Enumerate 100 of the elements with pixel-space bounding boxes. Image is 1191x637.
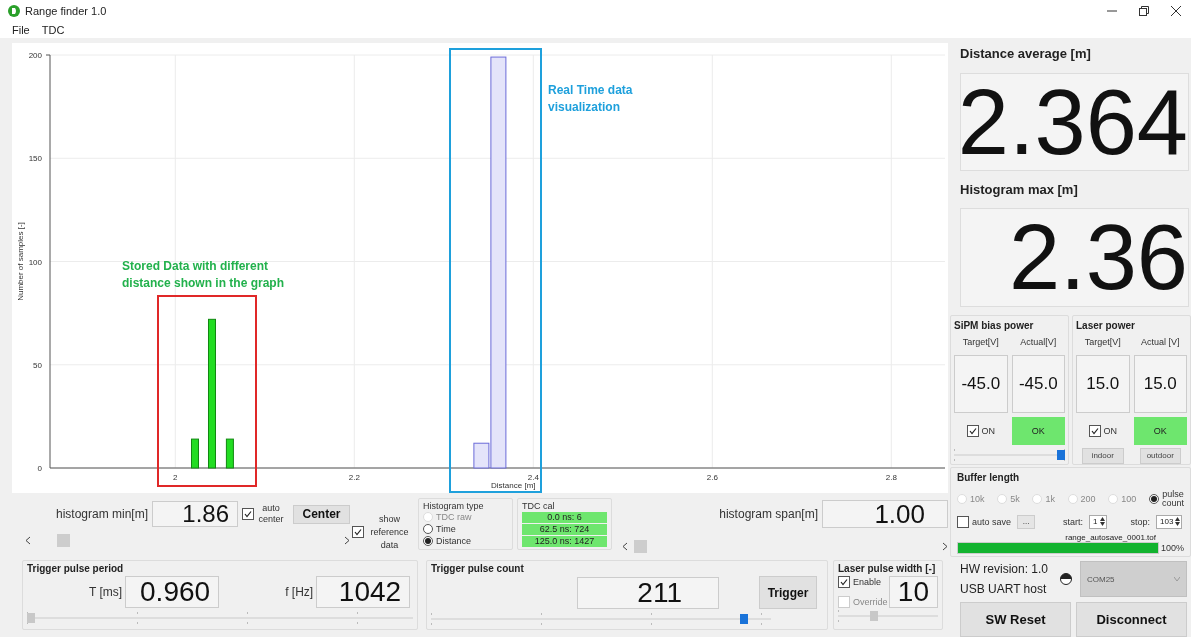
tick-label: 2 bbox=[173, 473, 178, 482]
center-button[interactable]: Center bbox=[293, 504, 350, 524]
status-indicator: OK bbox=[1133, 416, 1187, 445]
lcd-display: 15.0 bbox=[1133, 354, 1187, 413]
dropdown-value: COM25 bbox=[1087, 574, 1115, 584]
tick-label: 2.8 bbox=[885, 473, 897, 482]
trigger-button[interactable]: Trigger bbox=[759, 576, 817, 609]
scrollbar-thumb[interactable] bbox=[634, 540, 647, 553]
group-title: SiPM bias power bbox=[954, 319, 1035, 331]
half-circle-icon bbox=[1060, 573, 1072, 586]
radio-label: 5k bbox=[1010, 493, 1020, 504]
tick-label: 150 bbox=[28, 154, 42, 164]
slider-thumb[interactable] bbox=[870, 611, 879, 621]
browse-button[interactable]: ... bbox=[1017, 514, 1036, 529]
checkbox[interactable] bbox=[957, 515, 969, 528]
lcd-display: 2.36 bbox=[960, 208, 1189, 307]
tick-label: 50 bbox=[33, 360, 42, 370]
calibration-entry: 62.5 ns: 724 bbox=[522, 524, 607, 535]
file-name: range_autosave_0001.tof bbox=[1064, 532, 1156, 542]
column-label: Target[V] bbox=[961, 336, 1000, 349]
lcd-display: 2.364 bbox=[960, 72, 1189, 172]
lcd-display: 15.0 bbox=[1076, 354, 1130, 413]
field-label: stop: bbox=[1130, 516, 1150, 527]
checkbox[interactable] bbox=[1088, 424, 1101, 437]
checkbox-label: ON bbox=[981, 425, 995, 436]
chevron-right-icon[interactable] bbox=[344, 536, 350, 545]
slider-thumb[interactable] bbox=[739, 614, 748, 624]
slider-thumb[interactable] bbox=[27, 613, 35, 623]
close-icon[interactable] bbox=[1171, 6, 1181, 16]
checkbox[interactable] bbox=[838, 576, 850, 588]
checkbox-label: Override bbox=[853, 597, 888, 607]
checkbox[interactable] bbox=[242, 508, 254, 520]
field-label: histogram span[m] bbox=[719, 507, 818, 521]
callout-text: Stored Data with different distance shown in the graph bbox=[122, 258, 286, 292]
column-label: Target[V] bbox=[1083, 336, 1122, 349]
group-title: Trigger pulse period bbox=[27, 563, 125, 574]
radio-label: Time bbox=[436, 524, 456, 534]
group-title: Laser power bbox=[1076, 319, 1136, 331]
app-icon bbox=[8, 5, 20, 17]
spin-value: 1 bbox=[1093, 517, 1098, 527]
spin-box[interactable]: 1 bbox=[1089, 514, 1107, 529]
tick-label: 2.2 bbox=[348, 473, 360, 482]
radio-label: pulse count bbox=[1161, 489, 1184, 508]
radio-button[interactable] bbox=[423, 524, 433, 534]
checkbox-label: Enable bbox=[853, 577, 882, 587]
radio-label: 1k bbox=[1045, 493, 1055, 504]
lcd-display: -45.0 bbox=[954, 354, 1008, 413]
window-title: Range finder 1.0 bbox=[25, 5, 107, 17]
group-title: Histogram type bbox=[423, 501, 485, 511]
column-label: Actual[V] bbox=[1019, 336, 1058, 349]
checkbox[interactable] bbox=[966, 424, 979, 437]
radio-button[interactable] bbox=[1148, 493, 1159, 504]
checkbox[interactable] bbox=[351, 526, 364, 538]
checkbox-label: auto center bbox=[257, 503, 285, 525]
scrollbar-thumb[interactable] bbox=[57, 534, 70, 547]
menu-item[interactable]: TDC bbox=[41, 24, 65, 36]
group-title: TDC cal bbox=[522, 501, 556, 511]
radio-label: 200 bbox=[1080, 493, 1096, 504]
info-text: USB UART host bbox=[960, 582, 1048, 597]
chevron-left-icon[interactable] bbox=[622, 542, 628, 551]
spin-value: 103 bbox=[1160, 517, 1174, 527]
slider-thumb[interactable] bbox=[1057, 449, 1065, 460]
axis-title: Number of samples [-] bbox=[16, 222, 25, 301]
lcd-display: 10 bbox=[888, 576, 938, 608]
lcd-display: 1.00 bbox=[822, 500, 948, 528]
field-label: T [ms] bbox=[89, 585, 123, 599]
tick-label: 100 bbox=[28, 257, 42, 267]
status-indicator: OK bbox=[1011, 416, 1065, 445]
spin-arrows-icon[interactable] bbox=[1099, 517, 1105, 527]
lcd-display: 211 bbox=[577, 576, 719, 609]
display-label: Histogram max [m] bbox=[960, 180, 1079, 199]
calibration-entry: 0.0 ns: 6 bbox=[522, 512, 607, 523]
radio-button[interactable] bbox=[423, 536, 433, 546]
action-button[interactable]: Disconnect bbox=[1076, 602, 1187, 637]
chevron-right-icon[interactable] bbox=[942, 542, 948, 551]
radio-label: Distance bbox=[436, 536, 471, 546]
column-label: Actual [V] bbox=[1140, 336, 1181, 349]
display-label: Distance average [m] bbox=[960, 45, 1092, 64]
spin-arrows-icon[interactable] bbox=[1175, 517, 1181, 527]
lcd-display: 0.960 bbox=[125, 576, 220, 608]
slider-track[interactable] bbox=[954, 448, 1065, 461]
checkbox-label: ON bbox=[1103, 425, 1117, 436]
maximize-icon[interactable] bbox=[1139, 6, 1149, 16]
tick-label: 0 bbox=[37, 464, 42, 473]
action-button[interactable]: SW Reset bbox=[960, 602, 1071, 637]
lcd-display: -45.0 bbox=[1011, 354, 1065, 413]
radio-label: 10k bbox=[970, 493, 985, 504]
group-title: Trigger pulse count bbox=[431, 563, 525, 574]
checkbox-label: auto save bbox=[972, 516, 1012, 527]
tick-label: 2.4 bbox=[527, 473, 539, 482]
mode-button[interactable]: indoor bbox=[1082, 447, 1124, 464]
lcd-display: 1042 bbox=[316, 576, 411, 608]
chevron-left-icon[interactable] bbox=[25, 536, 31, 545]
menu-item[interactable]: File bbox=[12, 24, 30, 36]
spin-box[interactable]: 103 bbox=[1156, 514, 1183, 529]
field-label: f [Hz] bbox=[285, 585, 314, 599]
lcd-display: 1.86 bbox=[152, 501, 238, 527]
calibration-entry: 125.0 ns: 1427 bbox=[522, 536, 607, 547]
mode-button[interactable]: outdoor bbox=[1139, 447, 1181, 464]
callout-text: Real Time data visualization bbox=[548, 82, 634, 116]
